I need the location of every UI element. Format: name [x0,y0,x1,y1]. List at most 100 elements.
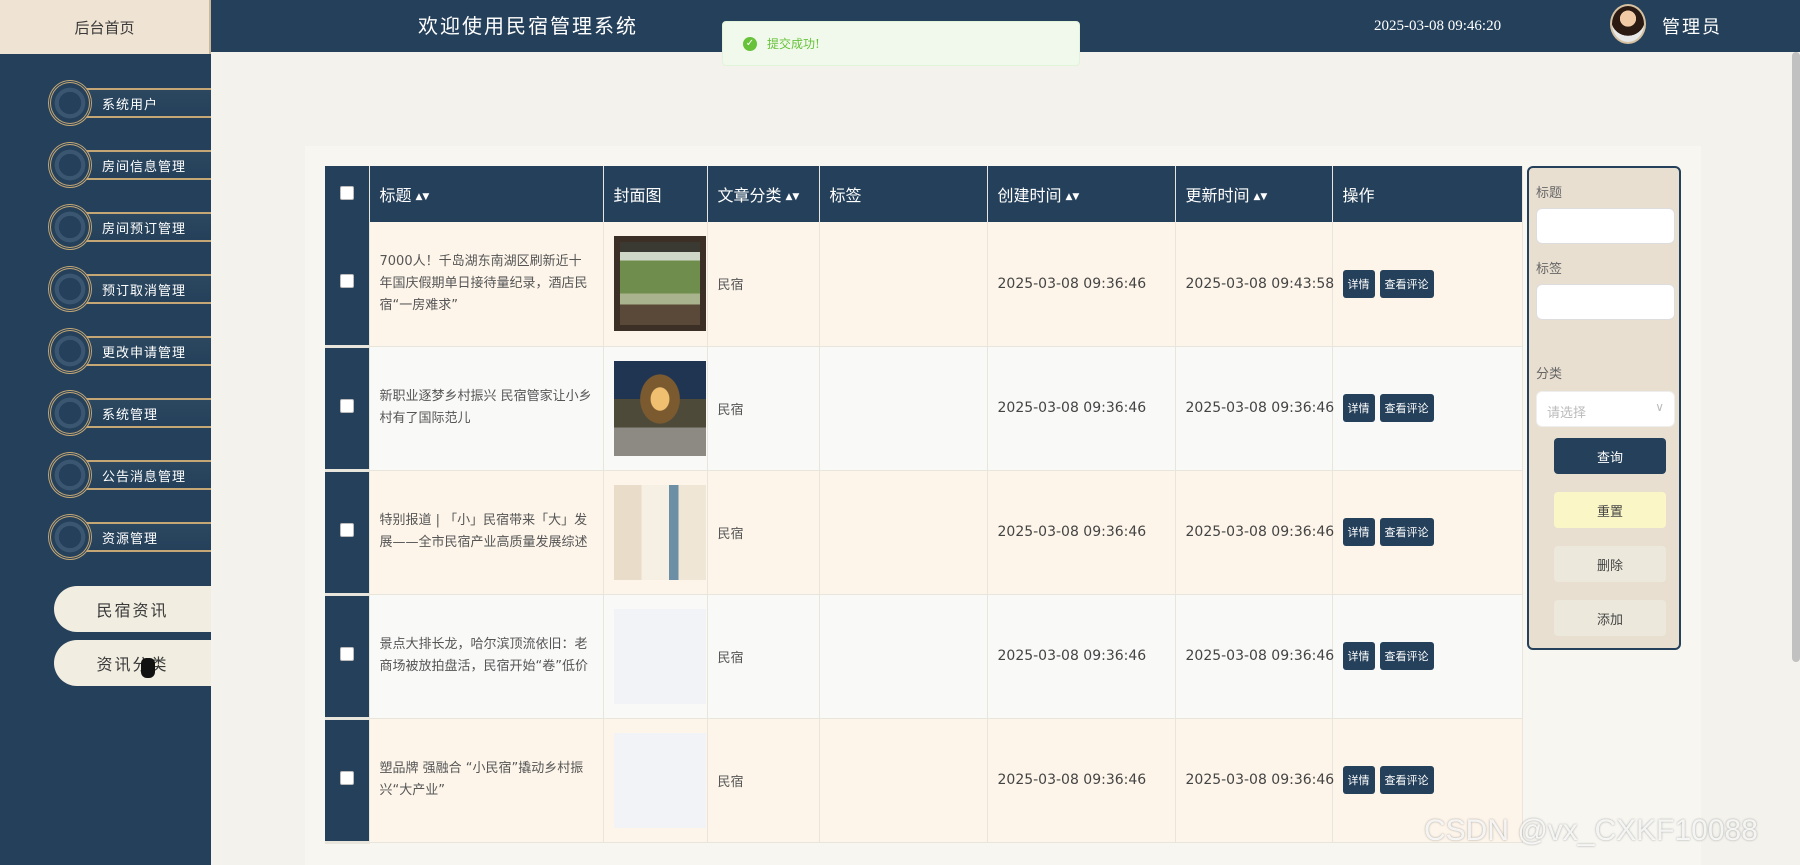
column-header-title[interactable]: 标题 ▲▼ [369,166,604,222]
cell-cover [603,346,708,471]
search-panel: 标题 标签 分类 请选择 ∨ 查询 重置 删除 添加 [1527,166,1681,650]
sidebar-item-label: 资源管理 [102,532,159,547]
view-comments-button[interactable]: 查看评论 [1379,269,1434,298]
cell-cover [603,222,708,347]
tag-filter-label: 标签 [1536,262,1563,277]
app-title: 欢迎使用民宿管理系统 [418,14,638,38]
cover-image [613,484,706,580]
sidebar-item-system[interactable]: 系统管理 [48,388,211,438]
table-row: 景点大排长龙，哈尔滨顶流依旧：老商场被放拍盘活，民宿开始“卷”低价 民宿 202… [325,594,1523,720]
detail-button[interactable]: 详情 [1342,269,1375,298]
sidebar-item-label: 房间信息管理 [102,160,187,175]
sidebar-item-booking-cancel[interactable]: 预订取消管理 [48,264,211,314]
row-checkbox[interactable] [339,771,354,785]
submenu-item-news-category[interactable]: 资讯分类 [54,640,211,686]
sidebar: 系统用户 房间信息管理 房间预订管理 预订取消管理 更改申请管理 系统管理 公告… [0,54,211,865]
add-button[interactable]: 添加 [1554,600,1666,636]
ornament-icon [48,514,92,560]
ornament-icon [48,80,92,126]
current-datetime: 2025-03-08 09:46:20 [1374,18,1502,34]
detail-button[interactable]: 详情 [1342,394,1375,422]
ornament-icon [48,204,92,250]
cell-cover [603,594,708,719]
user-menu[interactable]: 管理员 [1662,13,1722,39]
tag-filter-input[interactable] [1536,284,1675,320]
column-header-category[interactable]: 文章分类 ▲▼ [707,166,820,222]
cell-created: 2025-03-08 09:36:46 [987,594,1176,719]
title-filter-input[interactable] [1536,208,1675,244]
row-checkbox[interactable] [339,274,354,289]
cell-updated: 2025-03-08 09:36:46 [1175,594,1334,719]
user-avatar[interactable] [1610,4,1646,44]
reset-button[interactable]: 重置 [1554,492,1666,528]
sidebar-item-resources[interactable]: 资源管理 [48,512,211,562]
cell-created: 2025-03-08 09:36:46 [987,222,1176,347]
delete-button[interactable]: 删除 [1554,546,1666,582]
table-row: 塑品牌 强融合 “小民宿”撬动乡村振兴“大产业” 民宿 2025-03-08 0… [325,718,1523,844]
column-header-created[interactable]: 创建时间 ▲▼ [987,166,1176,222]
view-comments-button[interactable]: 查看评论 [1379,642,1434,670]
sidebar-item-label: 更改申请管理 [102,346,187,361]
cell-tag [819,470,988,595]
cell-title: 新职业逐梦乡村振兴 民宿管家让小乡村有了国际范儿 [369,346,604,471]
cell-updated: 2025-03-08 09:43:58 [1175,222,1334,347]
cell-actions: 详情 查看评论 [1332,470,1523,595]
toast-message: 提交成功! [767,37,820,51]
detail-button[interactable]: 详情 [1342,518,1375,546]
row-select-cell [325,594,370,720]
ornament-icon [48,142,92,188]
cell-category: 民宿 [707,594,820,719]
home-tab[interactable]: 后台首页 [0,0,211,54]
cell-actions: 详情 查看评论 [1332,594,1523,719]
sort-icon[interactable]: ▲▼ [416,192,430,202]
sidebar-item-announcements[interactable]: 公告消息管理 [48,450,211,500]
sidebar-item-room-info[interactable]: 房间信息管理 [48,140,211,190]
detail-button[interactable]: 详情 [1342,642,1375,670]
table-row: 特别报道 | 「小」民宿带来「大」发展——全市民宿产业高质量发展综述 民宿 20… [325,470,1523,596]
cell-category: 民宿 [707,222,820,347]
cell-actions: 详情 查看评论 [1332,222,1523,347]
select-all-cell [325,166,370,222]
sort-icon[interactable]: ▲▼ [786,192,800,202]
cell-created: 2025-03-08 09:36:46 [987,346,1176,471]
cell-updated: 2025-03-08 09:36:46 [1175,718,1334,843]
sidebar-item-users[interactable]: 系统用户 [48,78,211,128]
query-button[interactable]: 查询 [1554,438,1666,474]
cell-tag [819,718,988,843]
view-comments-button[interactable]: 查看评论 [1379,518,1434,546]
column-header-tag: 标签 [819,166,988,222]
row-select-cell [325,346,370,472]
cell-created: 2025-03-08 09:36:46 [987,470,1176,595]
cell-title: 塑品牌 强融合 “小民宿”撬动乡村振兴“大产业” [369,718,604,843]
check-icon: ✓ [743,36,757,51]
sort-icon[interactable]: ▲▼ [1066,192,1080,202]
sidebar-item-label: 预订取消管理 [102,284,187,299]
success-toast: ✓ 提交成功! [722,21,1080,66]
ornament-icon [48,328,92,374]
cover-image [613,360,706,456]
view-comments-button[interactable]: 查看评论 [1379,394,1434,422]
row-checkbox[interactable] [339,523,354,537]
cell-created: 2025-03-08 09:36:46 [987,718,1176,843]
detail-button[interactable]: 详情 [1342,766,1375,794]
ornament-icon [48,390,92,436]
category-select[interactable]: 请选择 ∨ [1536,391,1675,427]
cell-tag [819,346,988,471]
cover-image [613,236,706,332]
sort-icon[interactable]: ▲▼ [1254,192,1268,202]
sidebar-item-change-request[interactable]: 更改申请管理 [48,326,211,376]
sidebar-item-room-booking[interactable]: 房间预订管理 [48,202,211,252]
submenu-item-homestay-news[interactable]: 民宿资讯 [54,586,211,632]
row-checkbox[interactable] [339,647,354,661]
column-header-updated[interactable]: 更新时间 ▲▼ [1175,166,1333,222]
cell-title: 7000人！千岛湖东南湖区刷新近十年国庆假期单日接待量纪录，酒店民宿“一房难求” [369,222,604,347]
cell-category: 民宿 [707,718,820,843]
page-scrollbar[interactable] [1792,52,1800,662]
cell-cover [603,718,708,843]
table-header-row: 标题 ▲▼ 封面图 文章分类 ▲▼ 标签 创建时间 ▲▼ 更新时间 ▲▼ 操作 [325,166,1523,222]
ornament-icon [48,452,92,498]
view-comments-button[interactable]: 查看评论 [1379,766,1434,794]
select-all-checkbox[interactable] [339,185,354,200]
category-filter-label: 分类 [1536,367,1563,382]
row-checkbox[interactable] [339,399,354,413]
